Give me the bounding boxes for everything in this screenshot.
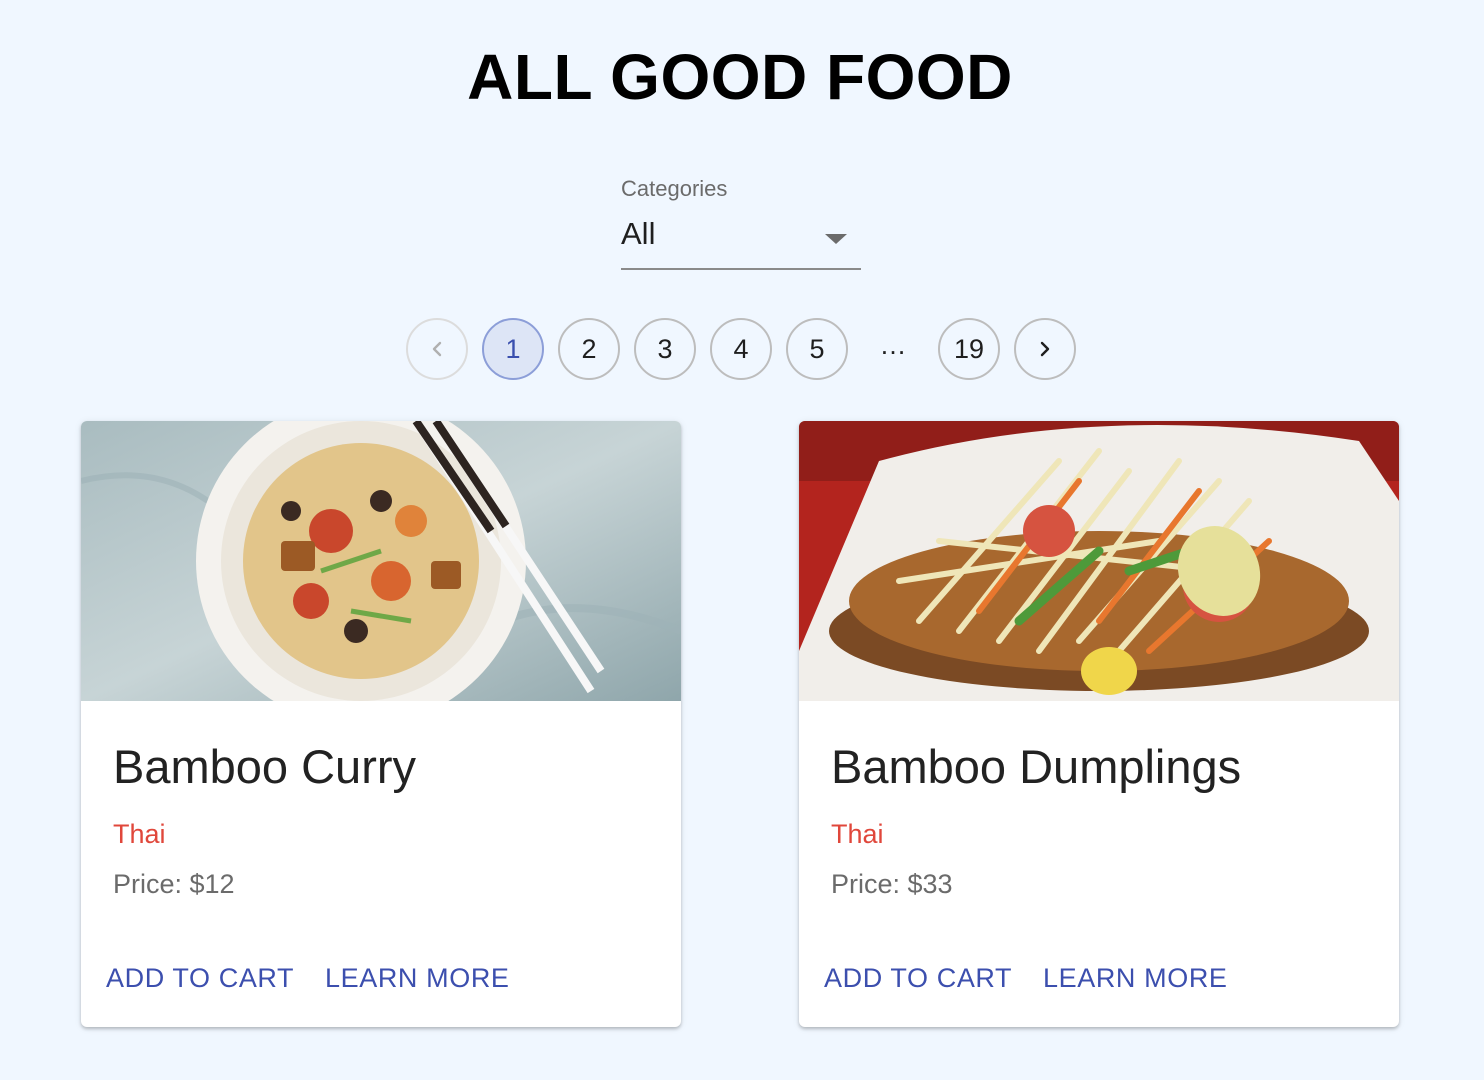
- page: ALL GOOD FOOD Categories All 1 2 3 4 5 ……: [0, 0, 1484, 1080]
- product-name: Bamboo Dumplings: [831, 740, 1242, 793]
- next-page-button[interactable]: [1014, 318, 1076, 380]
- page-button-3[interactable]: 3: [634, 318, 696, 380]
- categories-selected-value[interactable]: All: [621, 216, 655, 252]
- select-underline: [621, 268, 861, 270]
- product-category: Thai: [113, 819, 166, 849]
- page-button-2[interactable]: 2: [558, 318, 620, 380]
- page-button-4[interactable]: 4: [710, 318, 772, 380]
- categories-label: Categories: [621, 176, 728, 201]
- add-to-cart-button[interactable]: ADD TO CART: [824, 963, 1012, 994]
- prev-page-button[interactable]: [406, 318, 468, 380]
- product-image: [799, 421, 1399, 701]
- page-title: ALL GOOD FOOD: [467, 41, 1013, 113]
- dropdown-arrow-icon[interactable]: [825, 234, 847, 244]
- product-image: [81, 421, 681, 701]
- page-button-5[interactable]: 5: [786, 318, 848, 380]
- learn-more-button[interactable]: LEARN MORE: [1043, 963, 1228, 994]
- page-button-1[interactable]: 1: [482, 318, 544, 380]
- add-to-cart-button[interactable]: ADD TO CART: [106, 963, 294, 994]
- product-card: Bamboo Curry Thai Price: $12 ADD TO CART…: [81, 421, 681, 1027]
- learn-more-button[interactable]: LEARN MORE: [325, 963, 510, 994]
- page-button-last[interactable]: 19: [938, 318, 1000, 380]
- product-price: Price: $12: [113, 869, 235, 899]
- chevron-left-icon: [432, 341, 442, 357]
- product-name: Bamboo Curry: [113, 740, 416, 793]
- pagination-ellipsis: …: [879, 330, 907, 360]
- product-price: Price: $33: [831, 869, 953, 899]
- chevron-right-icon: [1040, 341, 1050, 357]
- categories-select[interactable]: Categories All: [621, 172, 861, 270]
- product-category: Thai: [831, 819, 884, 849]
- product-card: Bamboo Dumplings Thai Price: $33 ADD TO …: [799, 421, 1399, 1027]
